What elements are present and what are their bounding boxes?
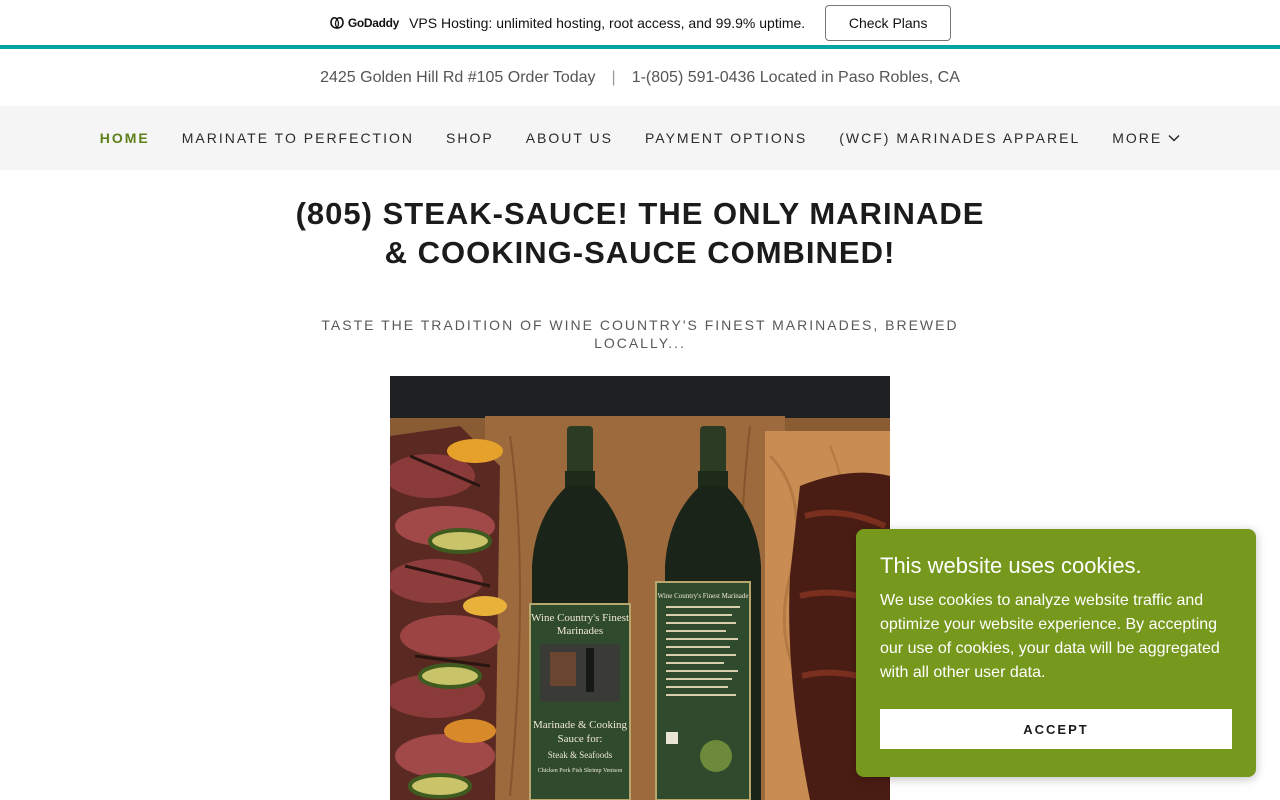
tagline-line-2: LOCALLY... xyxy=(594,335,686,351)
back-label-title: Wine Country's Finest Marinade xyxy=(658,592,749,600)
nav-item-apparel[interactable]: (WCF) MARINADES APPAREL xyxy=(839,130,1080,146)
headline-line-2: & COOKING-SAUCE COMBINED! xyxy=(384,235,896,270)
bottle-label-top: Wine Country's Finest xyxy=(531,612,629,624)
nav-item-more-label: MORE xyxy=(1112,130,1163,146)
godaddy-wordmark: GoDaddy xyxy=(347,15,400,30)
cookie-body: We use cookies to analyze website traffi… xyxy=(880,592,1220,681)
tagline-line-1: TASTE THE TRADITION OF WINE COUNTRY'S FI… xyxy=(321,317,959,333)
promo-text: VPS Hosting: unlimited hosting, root acc… xyxy=(409,14,806,31)
address-text: 2425 Golden Hill Rd #105 Order Today xyxy=(320,68,596,86)
nav-item-about-us[interactable]: ABOUT US xyxy=(526,130,613,146)
bottle-label-sub: Sauce for: xyxy=(558,733,603,745)
chevron-down-icon xyxy=(1168,134,1180,142)
nav-item-more[interactable]: MORE xyxy=(1112,130,1180,146)
contact-bar: 2425 Golden Hill Rd #105 Order Today | 1… xyxy=(0,49,1280,106)
cookie-consent-panel: This website uses cookies. We use cookie… xyxy=(856,529,1256,777)
nav-item-marinate-to-perfection[interactable]: MARINATE TO PERFECTION xyxy=(182,130,414,146)
godaddy-icon xyxy=(330,16,344,29)
phone-location-text[interactable]: 1-(805) 591-0436 Located in Paso Robles,… xyxy=(632,69,960,87)
cookie-title: This website uses cookies. xyxy=(880,553,1142,578)
nav-item-home[interactable]: HOME xyxy=(100,130,150,146)
product-photo: Wine Country's Finest Marinades Marinade… xyxy=(390,376,890,800)
nav-item-shop[interactable]: SHOP xyxy=(446,130,494,146)
check-plans-button[interactable]: Check Plans xyxy=(825,4,952,41)
main-nav: HOME MARINATE TO PERFECTION SHOP ABOUT U… xyxy=(0,106,1280,170)
nav-item-payment-options[interactable]: PAYMENT OPTIONS xyxy=(645,130,807,146)
page-tagline: TASTE THE TRADITION OF WINE COUNTRY'S FI… xyxy=(300,316,980,352)
bottle-label-uses: Steak & Seafoods xyxy=(548,750,613,760)
contact-separator: | xyxy=(611,68,616,86)
promo-banner: GoDaddy VPS Hosting: unlimited hosting, … xyxy=(0,0,1280,45)
bottle-label-brand: Marinades xyxy=(557,625,603,637)
bottle-label-meats: Chicken Pork Fish Shrimp Venison xyxy=(538,768,623,774)
bottle-label-mid: Marinade & Cooking xyxy=(533,719,628,731)
accept-cookies-button[interactable]: ACCEPT xyxy=(880,709,1232,749)
page-headline: (805) STEAK-SAUCE! THE ONLY MARINADE & C… xyxy=(240,194,1040,272)
headline-line-1: (805) STEAK-SAUCE! THE ONLY MARINADE xyxy=(295,196,985,231)
godaddy-logo[interactable]: GoDaddy xyxy=(329,16,399,30)
